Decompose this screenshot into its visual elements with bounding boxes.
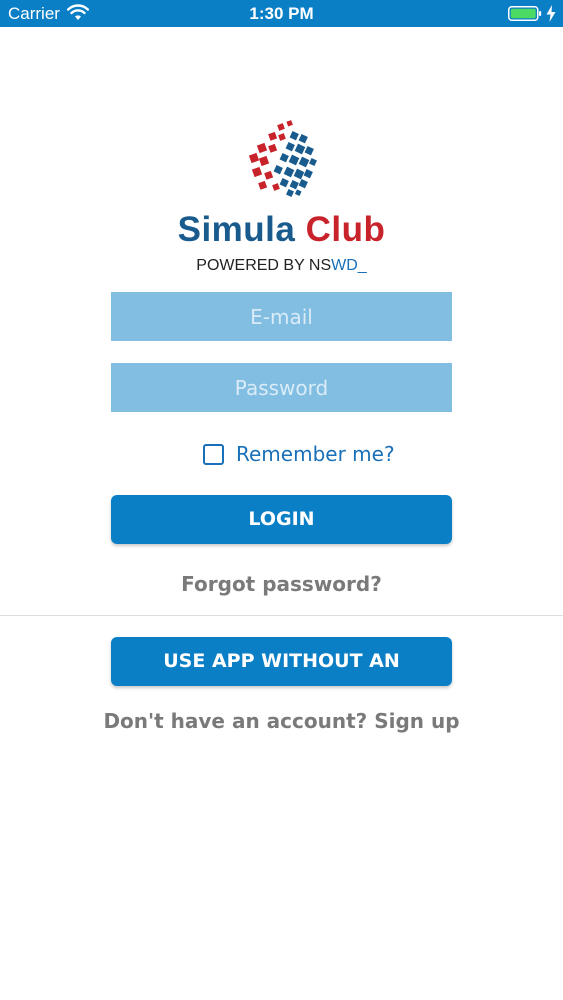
login-screen: Carrier 1:30 PM Simula Club POWERED BY N… <box>0 0 563 1000</box>
remember-me-checkbox[interactable] <box>203 443 224 465</box>
use-without-account-button[interactable]: USE APP WITHOUT AN ACCOUNT <box>111 637 452 721</box>
powered-by-prefix: POWERED BY NS <box>196 257 332 274</box>
remember-me-label: Remember me? <box>236 442 395 466</box>
email-field[interactable] <box>111 292 452 341</box>
powered-by-tagline: POWERED BY NSWD_ <box>0 256 563 276</box>
globe-squares-logo <box>248 120 317 197</box>
app-name-part-b: Club <box>305 210 386 249</box>
clock-time: 1:30 PM <box>249 4 314 23</box>
password-field[interactable] <box>111 363 452 412</box>
sign-up-link[interactable]: Don't have an account? Sign up <box>0 709 563 733</box>
powered-by-accent: WD_ <box>331 257 367 274</box>
app-name-part-a: Simula <box>177 210 296 249</box>
section-divider <box>0 615 563 616</box>
app-name: Simula Club <box>0 206 563 254</box>
battery-icon <box>508 6 542 21</box>
remember-me-toggle[interactable]: Remember me? <box>203 440 395 468</box>
forgot-password-link[interactable]: Forgot password? <box>0 572 563 596</box>
login-button[interactable]: LOGIN <box>111 495 452 544</box>
status-bar: Carrier 1:30 PM <box>0 0 563 27</box>
bolt-icon <box>546 5 556 22</box>
